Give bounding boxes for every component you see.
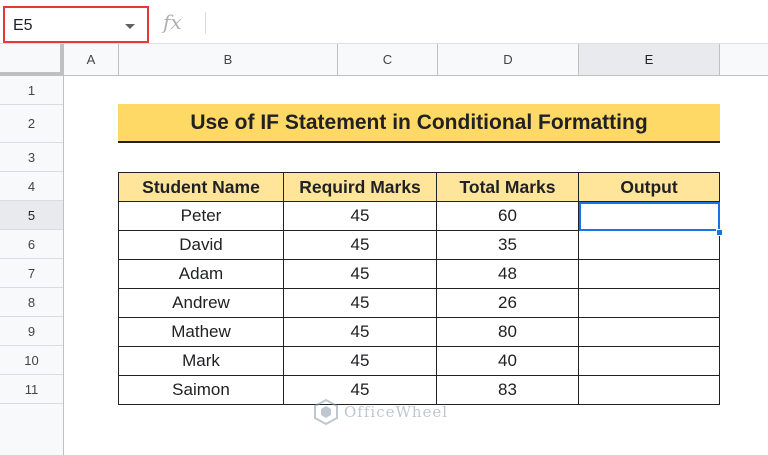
cell-required-marks[interactable]: 45 [283,259,437,289]
cell-output[interactable] [578,288,720,318]
row-header-1[interactable]: 1 [0,76,63,105]
cell-required-marks[interactable]: 45 [283,346,437,376]
name-box-value: E5 [13,17,33,34]
cell-required-marks[interactable]: 45 [283,201,437,231]
row-header-3[interactable]: 3 [0,143,63,172]
table-row: Andrew 45 26 [118,288,720,318]
cell-required-marks[interactable]: 45 [283,317,437,347]
fx-icon: fx [163,10,182,34]
cell-output[interactable] [578,375,720,405]
table-header-row: Student Name Requird Marks Total Marks O… [118,172,720,202]
watermark-text: OfficeWheel [344,403,449,421]
formula-input[interactable] [212,8,762,36]
cell-output[interactable] [578,230,720,260]
row-header-7[interactable]: 7 [0,259,63,288]
cell-student-name[interactable]: Adam [118,259,284,289]
table-row: David 45 35 [118,230,720,260]
row-header-5[interactable]: 5 [0,201,63,230]
cell-output[interactable] [578,259,720,289]
row-header-11[interactable]: 11 [0,375,63,404]
column-headers: A B C D E [64,44,768,76]
header-output[interactable]: Output [578,172,720,202]
column-header-c[interactable]: C [338,44,438,75]
watermark: OfficeWheel [312,398,448,426]
header-student-name[interactable]: Student Name [118,172,284,202]
cell-student-name[interactable]: Mathew [118,317,284,347]
table-row: Mark 45 40 [118,346,720,376]
column-header-e[interactable]: E [579,44,720,75]
cell-required-marks[interactable]: 45 [283,230,437,260]
cell-total-marks[interactable]: 60 [436,201,579,231]
header-total-marks[interactable]: Total Marks [436,172,579,202]
cell-student-name[interactable]: Saimon [118,375,284,405]
cell-student-name[interactable]: Andrew [118,288,284,318]
row-header-8[interactable]: 8 [0,288,63,317]
cell-total-marks[interactable]: 80 [436,317,579,347]
row-header-10[interactable]: 10 [0,346,63,375]
fill-handle[interactable] [716,229,723,236]
name-box[interactable]: E5 [3,6,149,43]
formula-bar: E5 fx [0,0,768,44]
cell-total-marks[interactable]: 26 [436,288,579,318]
cell-output[interactable] [578,346,720,376]
cell-student-name[interactable]: Peter [118,201,284,231]
cell-student-name[interactable]: David [118,230,284,260]
select-all-corner[interactable] [0,44,64,76]
column-header-a[interactable]: A [64,44,119,75]
table-row: Mathew 45 80 [118,317,720,347]
row-header-9[interactable]: 9 [0,317,63,346]
table-row: Adam 45 48 [118,259,720,289]
row-header-4[interactable]: 4 [0,172,63,201]
formula-divider [205,12,206,34]
table-row: Peter 45 60 [118,201,720,231]
cell-student-name[interactable]: Mark [118,346,284,376]
sheet-title[interactable]: Use of IF Statement in Conditional Forma… [118,104,720,143]
cell-required-marks[interactable]: 45 [283,288,437,318]
row-header-6[interactable]: 6 [0,230,63,259]
column-header-b[interactable]: B [119,44,338,75]
cell-total-marks[interactable]: 40 [436,346,579,376]
cell-total-marks[interactable]: 83 [436,375,579,405]
cell-total-marks[interactable]: 35 [436,230,579,260]
officewheel-logo-icon [314,398,338,426]
cell-output-selected[interactable] [578,201,720,231]
row-headers: 1 2 3 4 5 6 7 8 9 10 11 [0,76,64,455]
column-header-f[interactable] [720,44,768,75]
chevron-down-icon[interactable] [125,24,135,29]
header-required-marks[interactable]: Requird Marks [283,172,437,202]
column-header-d[interactable]: D [438,44,579,75]
row-header-2[interactable]: 2 [0,105,63,143]
marks-table: Student Name Requird Marks Total Marks O… [118,172,720,405]
cell-total-marks[interactable]: 48 [436,259,579,289]
cell-output[interactable] [578,317,720,347]
